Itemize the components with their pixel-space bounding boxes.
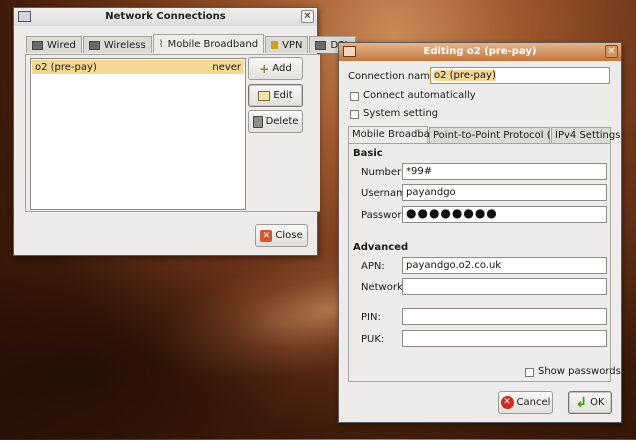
delete-label: Delete [265,116,299,127]
ok-icon: ↲ [575,394,588,411]
close-window-icon[interactable]: ✕ [301,10,314,23]
connect-automatically-checkbox[interactable] [350,92,359,101]
mobile-broadband-settings-panel: Basic Number: *99# Username: payandgo Pa… [348,143,621,382]
number-value: *99# [406,166,433,177]
connection-type-tabs: Wired Wireless ⌇ Mobile Broadband VPN DS… [26,34,357,53]
editing-titlebar[interactable]: Editing o2 (pre-pay) ✕ [339,43,621,61]
close-button[interactable]: ✕ Close [255,224,308,247]
ok-label: OK [590,397,605,408]
wallpaper-shadow [0,260,300,440]
network-label: Network: [361,282,407,293]
tab-label: Wired [47,39,76,51]
puk-label: PUK: [361,334,385,345]
connection-name: o2 (pre-pay) [35,61,97,73]
tab-label: IPv4 Settings [555,130,621,141]
system-setting-checkbox[interactable] [350,110,359,119]
tab-ipv4-settings[interactable]: IPv4 Settings [551,127,620,143]
advanced-heading: Advanced [353,242,409,253]
add-button[interactable]: + Add [248,57,303,80]
edit-icon [258,90,271,101]
network-connections-window: Network Connections ✕ Wired Wireless ⌇ M… [13,7,357,256]
connection-list[interactable]: o2 (pre-pay) never [30,58,246,210]
connection-name-value: o2 (pre-pay) [434,70,496,81]
tab-wired[interactable]: Wired [26,36,82,53]
network-app-icon [343,46,356,57]
system-setting-label[interactable]: System setting [363,108,438,119]
number-field[interactable]: *99# [402,163,607,180]
add-icon: + [259,61,270,76]
tab-ppp[interactable]: Point-to-Point Protocol (PPP) [429,127,573,143]
basic-heading: Basic [353,148,383,159]
connection-name-label: Connection name: [348,71,440,82]
connection-last-used: never [212,61,241,73]
apn-field[interactable]: payandgo.o2.co.uk [402,257,607,274]
number-label: Number: [361,167,405,178]
password-field[interactable]: ●●●●●●●● [402,206,607,223]
editing-connection-window: Editing o2 (pre-pay) ✕ Connection name: … [338,42,622,423]
cancel-icon: ✕ [500,396,514,409]
close-icon: ✕ [260,229,273,242]
tab-label: Mobile Broadband [167,38,259,50]
delete-button[interactable]: Delete [248,110,303,133]
username-field[interactable]: payandgo [402,184,607,201]
close-label: Close [275,230,303,241]
lock-icon [271,41,279,49]
show-passwords-checkbox[interactable] [525,368,534,377]
apn-label: APN: [361,261,385,272]
tab-label: VPN [282,39,303,51]
list-item[interactable]: o2 (pre-pay) never [32,60,244,74]
wireless-icon [88,40,100,50]
tab-mobile-broadband[interactable]: ⌇ Mobile Broadband [152,34,265,53]
show-passwords-label[interactable]: Show passwords [538,366,621,377]
network-field[interactable] [402,278,607,295]
close-window-icon[interactable]: ✕ [605,45,618,58]
tab-mobile-broadband[interactable]: Mobile Broadband [348,126,443,143]
pin-label: PIN: [361,312,381,323]
apn-value: payandgo.o2.co.uk [406,260,502,271]
cancel-label: Cancel [516,397,551,408]
network-app-icon [18,11,31,22]
network-connections-titlebar[interactable]: Network Connections ✕ [14,8,317,26]
window-title: Network Connections [105,11,226,22]
tab-vpn[interactable]: VPN [265,36,309,53]
antenna-icon: ⌇ [158,38,164,50]
dsl-icon [315,40,327,50]
connect-automatically-label[interactable]: Connect automatically [363,90,476,101]
edit-label: Edit [273,90,293,101]
puk-field[interactable] [402,330,607,347]
wired-icon [32,40,43,50]
add-label: Add [272,63,292,74]
pin-field[interactable] [402,308,607,325]
ok-button[interactable]: ↲ OK [568,391,612,414]
window-title: Editing o2 (pre-pay) [423,46,537,57]
connection-name-field[interactable]: o2 (pre-pay) [430,67,610,84]
username-value: payandgo [406,187,456,198]
password-mask: ●●●●●●●● [406,206,498,220]
trash-icon [252,115,263,128]
tab-label: Wireless [103,39,146,51]
tab-wireless[interactable]: Wireless [82,36,152,53]
edit-button[interactable]: Edit [248,84,303,107]
cancel-button[interactable]: ✕ Cancel [498,391,553,414]
